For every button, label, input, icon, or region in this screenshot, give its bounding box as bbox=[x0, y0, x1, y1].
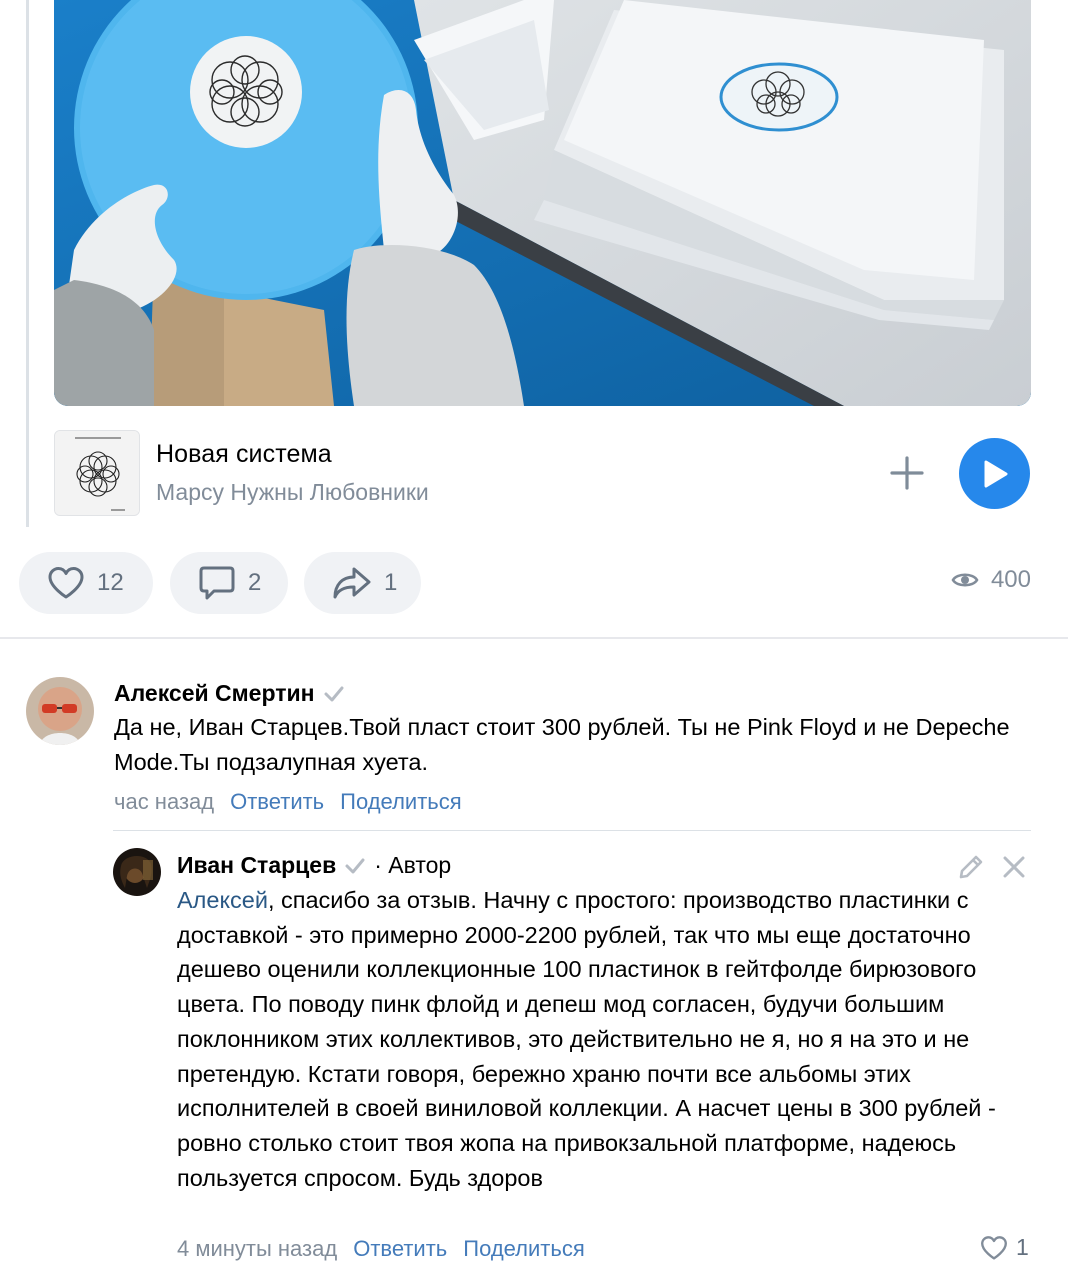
verified-check-icon bbox=[345, 858, 365, 873]
reply-button[interactable]: Ответить bbox=[353, 1236, 447, 1262]
heart-icon bbox=[981, 1235, 1007, 1259]
comment-text: Алексей, спасибо за отзыв. Начну с прост… bbox=[177, 883, 1037, 1195]
delete-button[interactable] bbox=[1002, 855, 1026, 884]
avatar[interactable] bbox=[113, 848, 161, 896]
comment-time: 4 минуты назад bbox=[177, 1236, 338, 1261]
share-comment-button[interactable]: Поделиться bbox=[463, 1236, 584, 1262]
comment-reply: Иван Старцев · Автор Алексей, спасибо за… bbox=[0, 0, 1068, 1280]
mention-link[interactable]: Алексей bbox=[177, 887, 268, 913]
author-role: · Автор bbox=[374, 852, 452, 878]
comment-body: , спасибо за отзыв. Начну с простого: пр… bbox=[177, 887, 996, 1191]
author-name[interactable]: Иван Старцев bbox=[177, 852, 336, 879]
pencil-icon bbox=[959, 855, 983, 879]
close-icon bbox=[1003, 856, 1025, 878]
comment-meta: 4 минуты назад Ответить Поделиться bbox=[177, 1236, 585, 1262]
comment-like-button[interactable]: 1 bbox=[980, 1234, 1029, 1261]
comment-author[interactable]: Иван Старцев · Автор bbox=[177, 852, 451, 879]
comment-like-count: 1 bbox=[1016, 1234, 1029, 1260]
edit-button[interactable] bbox=[957, 853, 985, 886]
